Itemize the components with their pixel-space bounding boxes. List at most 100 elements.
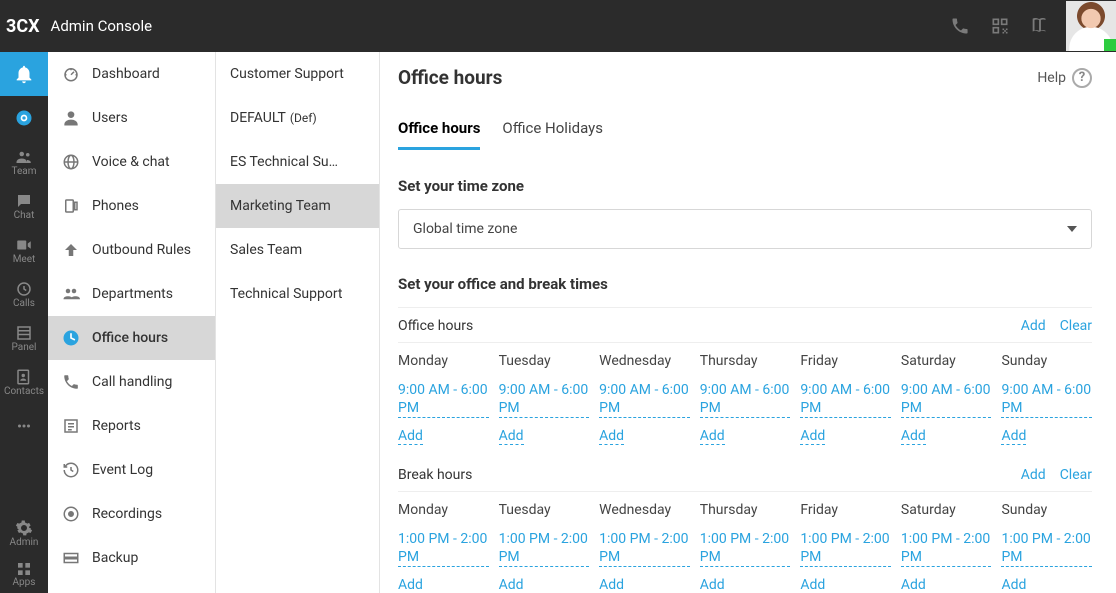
brand-title: Admin Console [51,17,153,35]
office-add-link[interactable]: Add [1001,428,1026,445]
rail-admin[interactable]: Admin [0,511,48,555]
break-add-link[interactable]: Add [599,577,624,593]
office-add-link[interactable]: Add [800,428,825,445]
office-day-column: Thursday9:00 AM - 6:00 PMAdd [700,353,801,445]
break-time-slot[interactable]: 1:00 PM - 2:00 PM [499,530,590,567]
rail-more[interactable] [0,404,48,448]
nav-backup[interactable]: Backup [48,536,215,580]
break-add-link[interactable]: Add [398,577,423,593]
rail-panel-label: Panel [12,343,37,353]
rail-team[interactable]: Team [0,140,48,184]
office-time-slot[interactable]: 9:00 AM - 6:00 PM [398,381,489,418]
nav-label: Dashboard [92,66,160,82]
nav-label: Voice & chat [92,154,170,170]
dept-tech-support[interactable]: Technical Support [216,272,379,316]
help-icon: ? [1072,68,1092,88]
tab-office-hours[interactable]: Office hours [398,113,480,150]
gear-icon [15,519,33,537]
break-add-link[interactable]: Add [1001,577,1026,593]
qr-icon[interactable] [988,14,1012,38]
office-add-global[interactable]: Add [1021,318,1046,334]
rail-meet[interactable]: Meet [0,228,48,272]
docs-icon[interactable] [1028,14,1052,38]
nav-dashboard[interactable]: Dashboard [48,52,215,96]
nav-label: Users [92,110,128,126]
break-add-link[interactable]: Add [800,577,825,593]
break-add-link[interactable]: Add [700,577,725,593]
office-day-name: Saturday [901,353,992,369]
break-add-link[interactable]: Add [901,577,926,593]
phone-icon[interactable] [948,14,972,38]
rail-calls[interactable]: Calls [0,272,48,316]
dept-sales[interactable]: Sales Team [216,228,379,272]
dept-default[interactable]: DEFAULT (Def) [216,96,379,140]
nav-reports[interactable]: Reports [48,404,215,448]
break-day-name: Friday [800,502,891,518]
brand: 3CX Admin Console [0,16,152,37]
office-day-column: Wednesday9:00 AM - 6:00 PMAdd [599,353,700,445]
break-time-slot[interactable]: 1:00 PM - 2:00 PM [800,530,891,567]
rail-browser[interactable] [0,96,48,140]
rail-apps[interactable]: Apps [0,555,48,593]
break-add-link[interactable]: Add [499,577,524,593]
break-day-name: Tuesday [499,502,590,518]
office-time-slot[interactable]: 9:00 AM - 6:00 PM [599,381,690,418]
break-time-slot[interactable]: 1:00 PM - 2:00 PM [1001,530,1092,567]
break-time-slot[interactable]: 1:00 PM - 2:00 PM [599,530,690,567]
break-day-name: Monday [398,502,489,518]
office-add-link[interactable]: Add [398,428,423,445]
office-days-row: Monday9:00 AM - 6:00 PMAddTuesday9:00 AM… [398,353,1092,445]
break-time-slot[interactable]: 1:00 PM - 2:00 PM [398,530,489,567]
rail-meet-label: Meet [13,255,36,265]
office-time-slot[interactable]: 9:00 AM - 6:00 PM [499,381,590,418]
office-time-slot[interactable]: 9:00 AM - 6:00 PM [1001,381,1092,418]
nav-departments[interactable]: Departments [48,272,215,316]
rail-contacts[interactable]: Contacts [0,360,48,404]
office-clear-global[interactable]: Clear [1060,318,1092,334]
office-day-column: Tuesday9:00 AM - 6:00 PMAdd [499,353,600,445]
team-icon [14,148,34,166]
dept-label: DEFAULT [230,110,286,126]
office-add-link[interactable]: Add [499,428,524,445]
office-day-column: Monday9:00 AM - 6:00 PMAdd [398,353,499,445]
nav-label: Departments [92,286,173,302]
break-add-global[interactable]: Add [1021,467,1046,483]
office-day-name: Sunday [1001,353,1092,369]
break-day-name: Wednesday [599,502,690,518]
rail-panel[interactable]: Panel [0,316,48,360]
dept-customer-support[interactable]: Customer Support [216,52,379,96]
nav-outbound[interactable]: Outbound Rules [48,228,215,272]
nav-call-handling[interactable]: Call handling [48,360,215,404]
nav-users[interactable]: Users [48,96,215,140]
dept-label: Sales Team [230,242,302,258]
break-day-name: Thursday [700,502,791,518]
dept-es-tech[interactable]: ES Technical Su… [216,140,379,184]
office-add-link[interactable]: Add [599,428,624,445]
nav-phones[interactable]: Phones [48,184,215,228]
nav-label: Reports [92,418,141,434]
rail-chat[interactable]: Chat [0,184,48,228]
panel-icon [15,324,33,342]
office-time-slot[interactable]: 9:00 AM - 6:00 PM [700,381,791,418]
nav-voice-chat[interactable]: Voice & chat [48,140,215,184]
office-time-slot[interactable]: 9:00 AM - 6:00 PM [901,381,992,418]
timezone-select[interactable]: Global time zone [398,209,1092,249]
avatar[interactable] [1066,1,1116,51]
break-clear-global[interactable]: Clear [1060,467,1092,483]
office-add-link[interactable]: Add [901,428,926,445]
dept-marketing[interactable]: Marketing Team [216,184,379,228]
office-time-slot[interactable]: 9:00 AM - 6:00 PM [800,381,891,418]
tab-office-holidays[interactable]: Office Holidays [502,113,603,150]
help-link[interactable]: Help ? [1037,68,1092,88]
nav-event-log[interactable]: Event Log [48,448,215,492]
times-heading: Set your office and break times [398,275,1092,293]
top-bar: 3CX Admin Console [0,0,1116,52]
break-time-slot[interactable]: 1:00 PM - 2:00 PM [901,530,992,567]
nav-office-hours[interactable]: Office hours [48,316,215,360]
break-time-slot[interactable]: 1:00 PM - 2:00 PM [700,530,791,567]
office-add-link[interactable]: Add [700,428,725,445]
rail-alerts[interactable] [0,52,48,96]
nav-recordings[interactable]: Recordings [48,492,215,536]
help-label: Help [1037,70,1066,86]
office-day-column: Saturday 9:00 AM - 6:00 PM Add [901,353,1002,445]
